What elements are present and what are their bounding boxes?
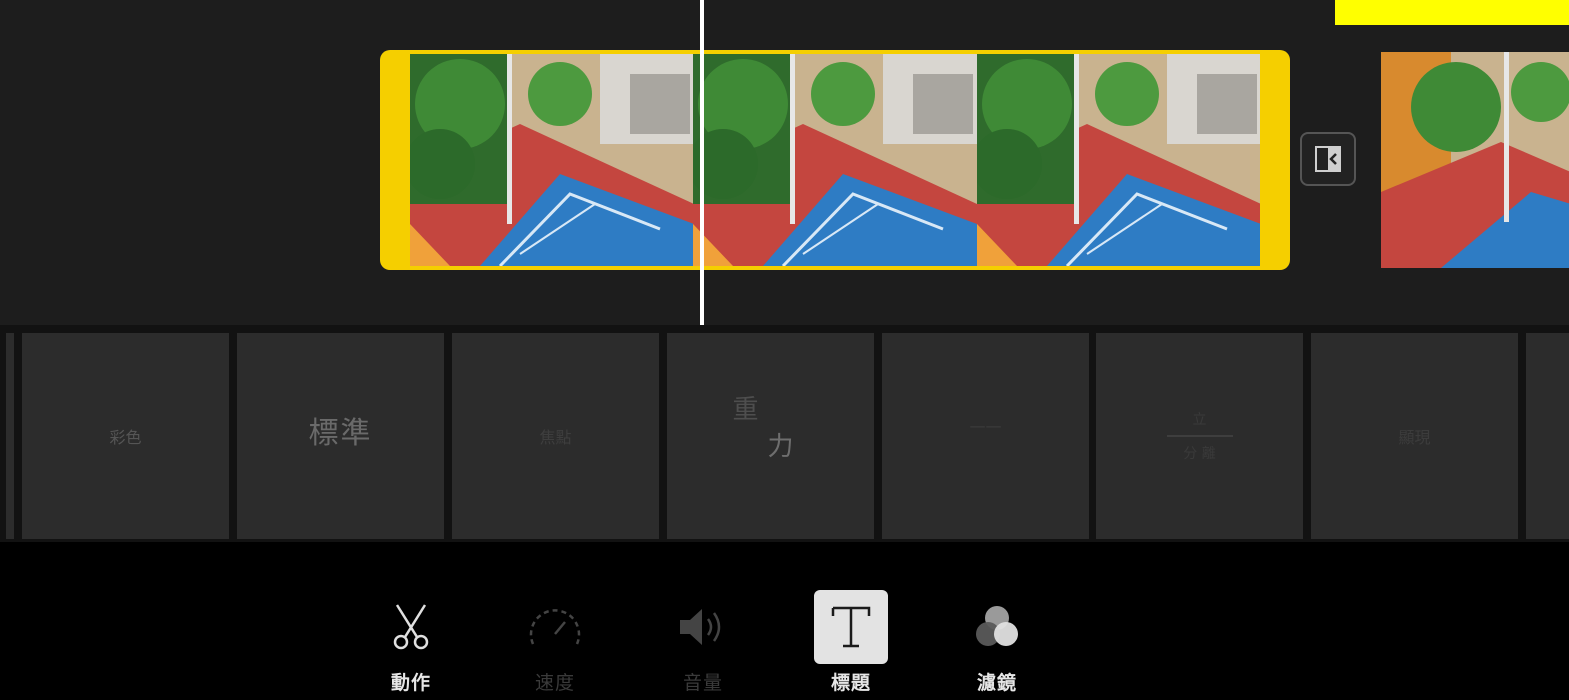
tool-actions[interactable]: 動作 [366,590,456,700]
title-style-strip[interactable]: 彩色 標準 焦點 重 力 一一 立 分 離 顯現 [0,325,1569,542]
scissors-icon [393,604,429,650]
clip-thumbnail [693,54,977,266]
preset-label-line2: 力 [767,432,794,462]
preset-label: 顯現 [1398,428,1431,447]
highlight-tag [1335,0,1569,25]
next-video-clip[interactable] [1381,52,1569,268]
preset-item[interactable]: 一一 [882,333,1089,539]
preset-item[interactable]: 重 力 [667,333,874,539]
tool-label: 濾鏡 [976,672,1017,694]
filters-icon [976,606,1018,646]
tool-volume[interactable]: 音量 [658,590,748,700]
preset-label-line1: 立 [1192,412,1207,428]
preset-item[interactable]: 顯現 [1311,333,1518,539]
clip-thumbnail [1381,52,1569,268]
preset-item[interactable]: 焦點 [452,333,659,539]
tool-label: 動作 [390,672,431,694]
preset-item[interactable] [1526,333,1569,539]
transition-icon [1315,146,1341,172]
clip-thumbnail [976,54,1260,266]
timeline[interactable] [0,0,1569,325]
selected-video-clip[interactable] [380,50,1290,270]
preset-label-line1: 重 [732,395,759,425]
preset-item[interactable]: 立 分 離 [1096,333,1303,539]
clip-thumbnail [410,54,694,266]
preset-label: 焦點 [539,428,572,447]
speedometer-icon [529,609,581,645]
preset-label: 標準 [308,416,373,451]
preset-item[interactable]: 標準 [237,333,444,539]
preset-item[interactable]: 彩色 [22,333,229,539]
tool-speed[interactable]: 速度 [510,590,600,700]
preset-label-line2: 分 離 [1183,446,1216,462]
preset-label: 一一 [969,418,1002,437]
edit-toolbar: 動作 速度 音量 標題 濾鏡 [0,542,1569,700]
tool-filters[interactable]: 濾鏡 [952,590,1042,700]
title-T-icon [831,606,871,648]
speaker-icon [680,609,721,645]
playhead[interactable] [700,0,704,325]
preset-label: 彩色 [109,428,142,447]
clip-frames [410,54,1260,266]
preset-partial [6,333,14,539]
preset-divider [1166,435,1233,437]
tool-titles[interactable]: 標題 [806,590,896,700]
transition-button[interactable] [1300,132,1356,186]
tool-label: 標題 [830,672,871,694]
tool-label: 速度 [534,672,575,694]
tool-label: 音量 [682,672,723,694]
